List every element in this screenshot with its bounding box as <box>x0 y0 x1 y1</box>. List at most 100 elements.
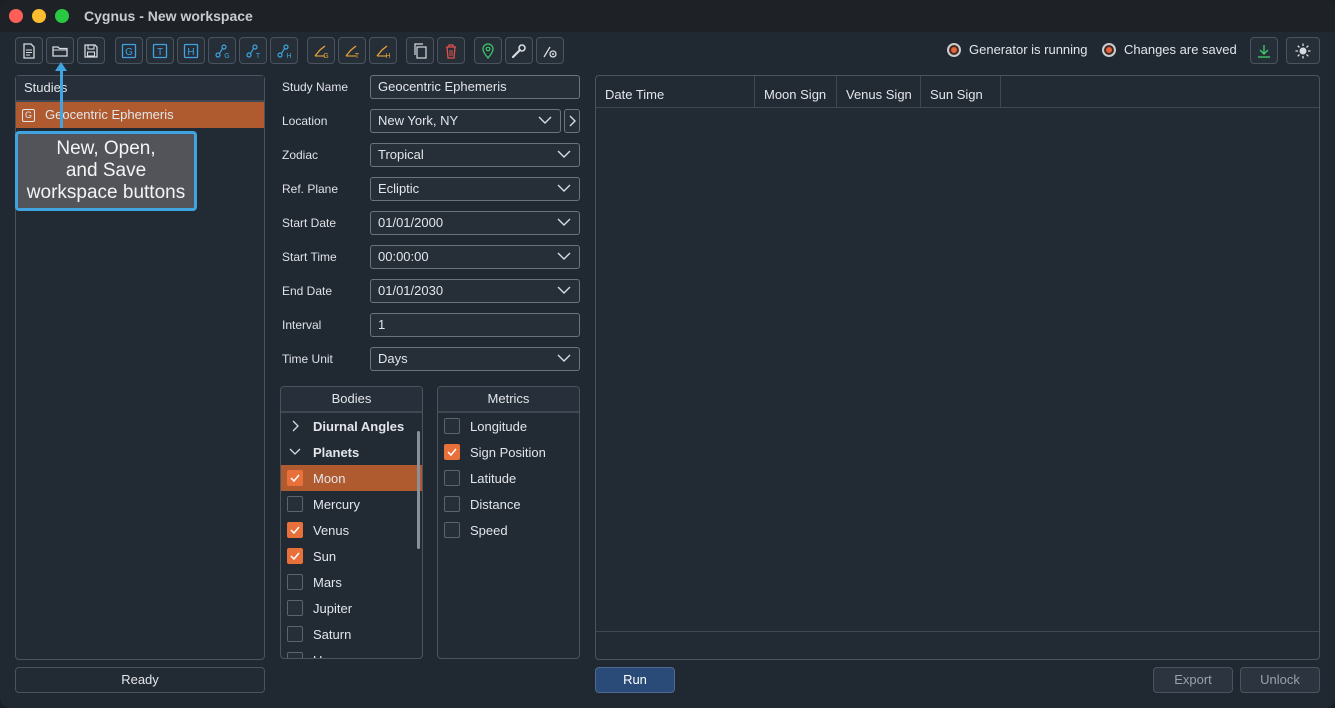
location-select[interactable]: New York, NY <box>370 109 561 133</box>
start-date-value: 01/01/2000 <box>378 215 444 230</box>
topo-angle-button[interactable]: T <box>338 37 366 64</box>
sun-checkbox[interactable] <box>287 548 303 564</box>
download-button[interactable] <box>1250 37 1278 64</box>
metric-item-speed[interactable]: Speed <box>438 517 579 543</box>
body-item-partial[interactable]: U <box>281 647 422 659</box>
callout-line-3: workspace buttons <box>26 182 186 203</box>
svg-text:H: H <box>286 53 291 60</box>
chevron-down-icon <box>557 252 571 260</box>
delete-study-button[interactable] <box>437 37 465 64</box>
jupiter-checkbox[interactable] <box>287 600 303 616</box>
open-workspace-button[interactable] <box>46 37 74 64</box>
helio-chart-button[interactable]: H <box>270 37 298 64</box>
generator-status: Generator is running <box>947 42 1088 57</box>
export-button[interactable]: Export <box>1153 667 1233 693</box>
location-button[interactable] <box>474 37 502 64</box>
zoom-window-button[interactable] <box>55 9 69 23</box>
metric-label: Distance <box>470 496 521 512</box>
body-item-saturn[interactable]: Saturn <box>281 621 422 647</box>
new-workspace-button[interactable] <box>15 37 43 64</box>
bodies-panel: Bodies Diurnal Angles Planets Moon Mercu… <box>280 386 423 659</box>
tools-button[interactable] <box>505 37 533 64</box>
save-workspace-button[interactable] <box>77 37 105 64</box>
start-date-picker[interactable]: 01/01/2000 <box>370 211 580 235</box>
copy-study-button[interactable] <box>406 37 434 64</box>
end-date-picker[interactable]: 01/01/2030 <box>370 279 580 303</box>
sign-position-checkbox[interactable] <box>444 444 460 460</box>
distance-checkbox[interactable] <box>444 496 460 512</box>
metric-item-latitude[interactable]: Latitude <box>438 465 579 491</box>
time-unit-select[interactable]: Days <box>370 347 580 371</box>
location-label: Location <box>282 114 328 128</box>
longitude-checkbox[interactable] <box>444 418 460 434</box>
group-diurnal-angles[interactable]: Diurnal Angles <box>281 413 422 439</box>
study-item-geocentric-ephemeris[interactable]: G Geocentric Ephemeris <box>16 102 264 128</box>
body-label: Sun <box>313 548 337 564</box>
minimize-window-button[interactable] <box>32 9 46 23</box>
study-name-input[interactable]: Geocentric Ephemeris <box>370 75 580 99</box>
svg-text:G: G <box>125 47 133 58</box>
column-header-sun-sign[interactable]: Sun Sign <box>921 76 1001 108</box>
group-planets[interactable]: Planets <box>281 439 422 465</box>
body-item-mercury[interactable]: Mercury <box>281 491 422 517</box>
column-header-moon-sign[interactable]: Moon Sign <box>755 76 837 108</box>
new-geocentric-study-button[interactable]: G <box>115 37 143 64</box>
ref-plane-select[interactable]: Ecliptic <box>370 177 580 201</box>
chevron-right-icon <box>569 115 576 127</box>
zodiac-select[interactable]: Tropical <box>370 143 580 167</box>
body-item-moon[interactable]: Moon <box>281 465 422 491</box>
end-date-value: 01/01/2030 <box>378 283 444 298</box>
checkmark-icon <box>290 552 300 561</box>
checkmark-icon <box>447 448 457 457</box>
open-folder-icon <box>52 45 68 57</box>
settings-button[interactable] <box>536 37 564 64</box>
body-item-sun[interactable]: Sun <box>281 543 422 569</box>
close-window-button[interactable] <box>9 9 23 23</box>
start-time-picker[interactable]: 00:00:00 <box>370 245 580 269</box>
study-item-label: Geocentric Ephemeris <box>45 107 174 122</box>
metric-item-longitude[interactable]: Longitude <box>438 413 579 439</box>
mars-checkbox[interactable] <box>287 574 303 590</box>
new-heliocentric-study-button[interactable]: H <box>177 37 205 64</box>
venus-checkbox[interactable] <box>287 522 303 538</box>
interval-label: Interval <box>282 318 322 332</box>
column-header-venus-sign[interactable]: Venus Sign <box>837 76 921 108</box>
run-button[interactable]: Run <box>595 667 675 693</box>
topo-chart-button[interactable]: T <box>239 37 267 64</box>
geo-chart-button[interactable]: G <box>208 37 236 64</box>
helio-angle-button[interactable]: H <box>369 37 397 64</box>
speed-checkbox[interactable] <box>444 522 460 538</box>
theme-toggle-button[interactable] <box>1286 37 1320 64</box>
svg-text:H: H <box>385 53 390 60</box>
location-more-button[interactable] <box>564 109 580 133</box>
saturn-checkbox[interactable] <box>287 626 303 642</box>
interval-input[interactable]: 1 <box>370 313 580 337</box>
helio-angle-icon: H <box>376 44 391 60</box>
body-item-venus[interactable]: Venus <box>281 517 422 543</box>
metric-item-distance[interactable]: Distance <box>438 491 579 517</box>
chevron-right-icon[interactable] <box>287 420 303 432</box>
new-topocentric-study-button[interactable]: T <box>146 37 174 64</box>
body-label: U <box>313 653 322 659</box>
chevron-down-icon <box>538 116 552 124</box>
metric-item-sign-position[interactable]: Sign Position <box>438 439 579 465</box>
metric-label: Longitude <box>470 418 528 434</box>
geo-chart-icon: G <box>215 43 230 60</box>
results-table: Date Time Moon Sign Venus Sign Sun Sign <box>595 75 1320 660</box>
topo-chart-icon: T <box>246 43 261 60</box>
bodies-header: Bodies <box>281 387 422 413</box>
time-unit-value: Days <box>378 351 408 366</box>
latitude-checkbox[interactable] <box>444 470 460 486</box>
body-item-jupiter[interactable]: Jupiter <box>281 595 422 621</box>
unlock-button[interactable]: Unlock <box>1240 667 1320 693</box>
column-header-date-time[interactable]: Date Time <box>596 76 755 108</box>
chevron-down-icon[interactable] <box>287 448 303 456</box>
time-unit-label: Time Unit <box>282 352 333 366</box>
geo-angle-button[interactable]: G <box>307 37 335 64</box>
save-icon <box>84 43 98 58</box>
bodies-scrollbar[interactable] <box>417 431 420 549</box>
mercury-checkbox[interactable] <box>287 496 303 512</box>
body-item-mars[interactable]: Mars <box>281 569 422 595</box>
partial-checkbox[interactable] <box>287 652 303 658</box>
moon-checkbox[interactable] <box>287 470 303 486</box>
